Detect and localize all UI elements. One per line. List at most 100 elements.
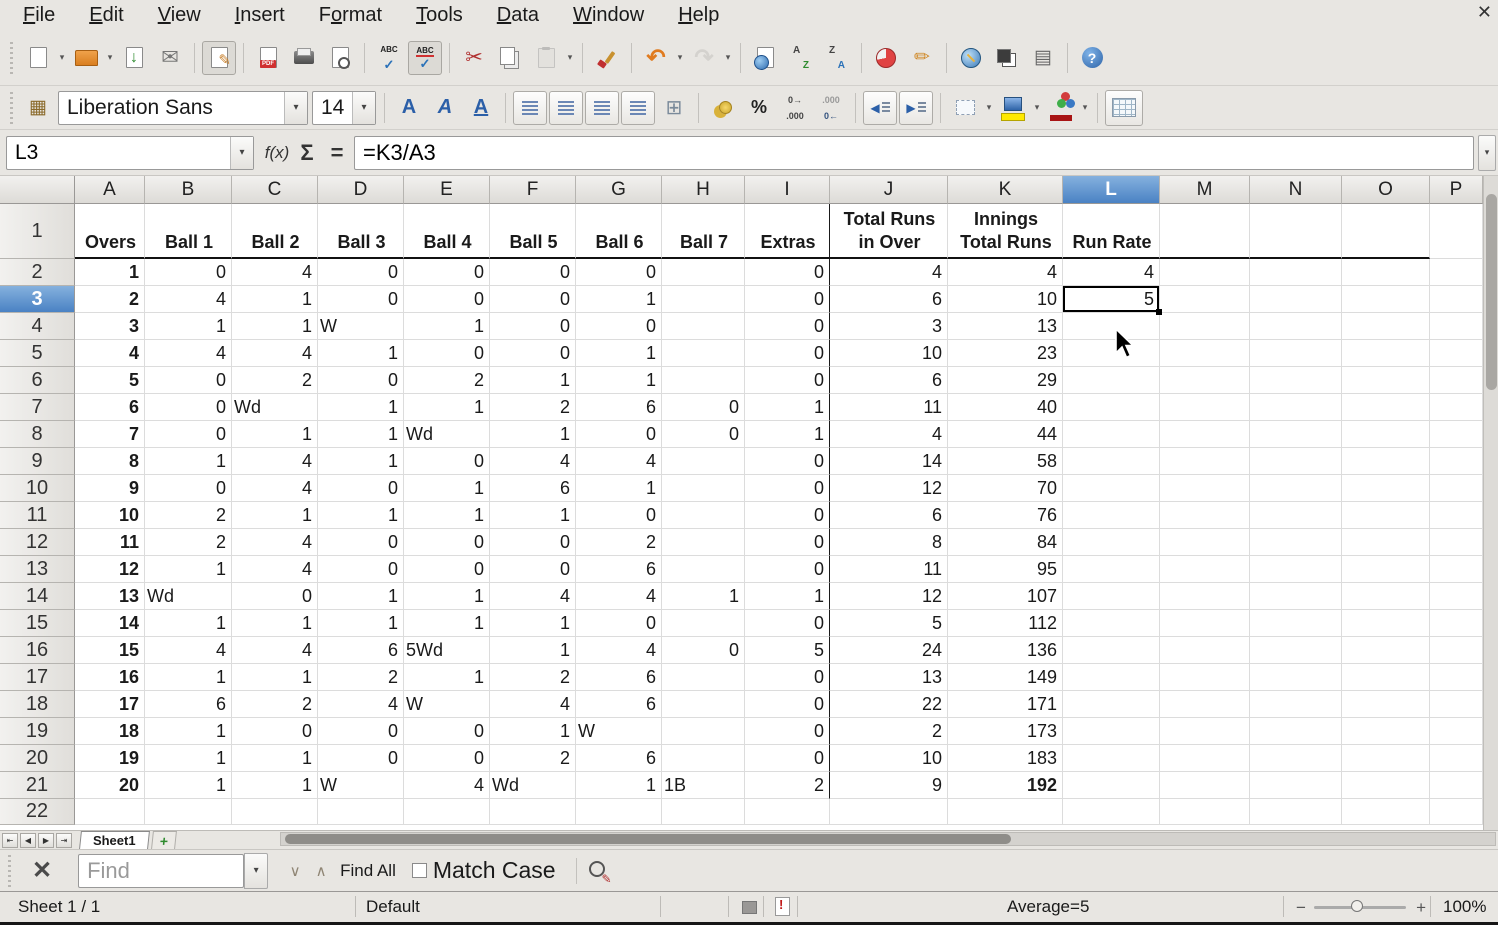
- cell-D14[interactable]: 1: [318, 583, 404, 610]
- cell-N21[interactable]: [1250, 772, 1342, 799]
- cell-C13[interactable]: 4: [232, 556, 318, 583]
- cell-A11[interactable]: 10: [75, 502, 145, 529]
- currency-icon[interactable]: [706, 91, 740, 125]
- navigator-icon[interactable]: [954, 41, 988, 75]
- cell-C1[interactable]: Ball 2: [232, 204, 318, 259]
- cell-D15[interactable]: 1: [318, 610, 404, 637]
- cell-L1[interactable]: Run Rate: [1063, 204, 1160, 259]
- cell-F21[interactable]: Wd: [490, 772, 576, 799]
- cell-J16[interactable]: 24: [830, 637, 948, 664]
- row-header-20[interactable]: 20: [0, 745, 75, 772]
- cell-M8[interactable]: [1160, 421, 1250, 448]
- cell-H7[interactable]: 0: [662, 394, 745, 421]
- cell-P1[interactable]: [1430, 204, 1483, 259]
- cell-D1[interactable]: Ball 3: [318, 204, 404, 259]
- cell-H3[interactable]: [662, 286, 745, 313]
- cell-C17[interactable]: 1: [232, 664, 318, 691]
- cell-P15[interactable]: [1430, 610, 1483, 637]
- cell-B7[interactable]: 0: [145, 394, 232, 421]
- cell-A2[interactable]: 1: [75, 259, 145, 286]
- sort-ascending-icon[interactable]: [784, 41, 818, 75]
- cell-L22[interactable]: [1063, 799, 1160, 825]
- cell-M21[interactable]: [1160, 772, 1250, 799]
- cell-I1[interactable]: Extras: [745, 204, 830, 259]
- zoom-out-icon[interactable]: −: [1296, 898, 1306, 918]
- cell-O6[interactable]: [1342, 367, 1430, 394]
- cell-C19[interactable]: 0: [232, 718, 318, 745]
- next-sheet-button[interactable]: ▶: [38, 833, 54, 848]
- sum-icon[interactable]: Σ: [292, 140, 322, 166]
- cell-J12[interactable]: 8: [830, 529, 948, 556]
- cell-H16[interactable]: 0: [662, 637, 745, 664]
- cell-P10[interactable]: [1430, 475, 1483, 502]
- cell-F16[interactable]: 1: [490, 637, 576, 664]
- cell-M11[interactable]: [1160, 502, 1250, 529]
- vertical-scrollbar-thumb[interactable]: [1486, 194, 1497, 390]
- cell-P18[interactable]: [1430, 691, 1483, 718]
- cell-M2[interactable]: [1160, 259, 1250, 286]
- cell-J11[interactable]: 6: [830, 502, 948, 529]
- cell-L4[interactable]: [1063, 313, 1160, 340]
- cell-B9[interactable]: 1: [145, 448, 232, 475]
- cell-H18[interactable]: [662, 691, 745, 718]
- cell-F1[interactable]: Ball 5: [490, 204, 576, 259]
- help-icon[interactable]: [1075, 41, 1109, 75]
- cell-K13[interactable]: 95: [948, 556, 1063, 583]
- cell-M19[interactable]: [1160, 718, 1250, 745]
- cell-F4[interactable]: 0: [490, 313, 576, 340]
- cell-O10[interactable]: [1342, 475, 1430, 502]
- cell-P3[interactable]: [1430, 286, 1483, 313]
- zoom-slider-thumb[interactable]: [1351, 900, 1363, 912]
- email-icon[interactable]: ✉: [153, 41, 187, 75]
- toolbar-grip[interactable]: [6, 855, 13, 887]
- cell-I18[interactable]: 0: [745, 691, 830, 718]
- cell-D3[interactable]: 0: [318, 286, 404, 313]
- cell-L20[interactable]: [1063, 745, 1160, 772]
- cell-D10[interactable]: 0: [318, 475, 404, 502]
- cell-B22[interactable]: [145, 799, 232, 825]
- cell-N20[interactable]: [1250, 745, 1342, 772]
- column-header-P[interactable]: P: [1430, 176, 1483, 204]
- cell-I15[interactable]: 0: [745, 610, 830, 637]
- clone-formatting-icon[interactable]: [590, 41, 624, 75]
- cell-J6[interactable]: 6: [830, 367, 948, 394]
- cell-L8[interactable]: [1063, 421, 1160, 448]
- cell-I19[interactable]: 0: [745, 718, 830, 745]
- cell-P5[interactable]: [1430, 340, 1483, 367]
- cell-K18[interactable]: 171: [948, 691, 1063, 718]
- cell-H17[interactable]: [662, 664, 745, 691]
- row-header-21[interactable]: 21: [0, 772, 75, 799]
- cell-C22[interactable]: [232, 799, 318, 825]
- cell-I5[interactable]: 0: [745, 340, 830, 367]
- column-header-H[interactable]: H: [662, 176, 745, 204]
- menu-item-format[interactable]: Format: [302, 4, 399, 27]
- font-size-combo[interactable]: 14▾: [312, 91, 376, 125]
- cell-K7[interactable]: 40: [948, 394, 1063, 421]
- first-sheet-button[interactable]: ⇤: [2, 833, 18, 848]
- cell-E22[interactable]: [404, 799, 490, 825]
- cell-O4[interactable]: [1342, 313, 1430, 340]
- cell-D9[interactable]: 1: [318, 448, 404, 475]
- cell-F14[interactable]: 4: [490, 583, 576, 610]
- cell-L15[interactable]: [1063, 610, 1160, 637]
- toolbar-grip[interactable]: [8, 92, 15, 124]
- cell-M5[interactable]: [1160, 340, 1250, 367]
- cell-C18[interactable]: 2: [232, 691, 318, 718]
- row-header-16[interactable]: 16: [0, 637, 75, 664]
- export-pdf-icon[interactable]: [251, 41, 285, 75]
- cell-N9[interactable]: [1250, 448, 1342, 475]
- cell-E21[interactable]: 4: [404, 772, 490, 799]
- cell-J21[interactable]: 9: [830, 772, 948, 799]
- cell-G15[interactable]: 0: [576, 610, 662, 637]
- cell-I20[interactable]: 0: [745, 745, 830, 772]
- cell-F19[interactable]: 1: [490, 718, 576, 745]
- cell-O19[interactable]: [1342, 718, 1430, 745]
- cell-K21[interactable]: 192: [948, 772, 1063, 799]
- bold-icon[interactable]: A: [392, 91, 426, 125]
- cell-A14[interactable]: 13: [75, 583, 145, 610]
- cell-G12[interactable]: 2: [576, 529, 662, 556]
- cell-A20[interactable]: 19: [75, 745, 145, 772]
- cell-I9[interactable]: 0: [745, 448, 830, 475]
- column-header-L[interactable]: L: [1063, 176, 1160, 204]
- cell-K19[interactable]: 173: [948, 718, 1063, 745]
